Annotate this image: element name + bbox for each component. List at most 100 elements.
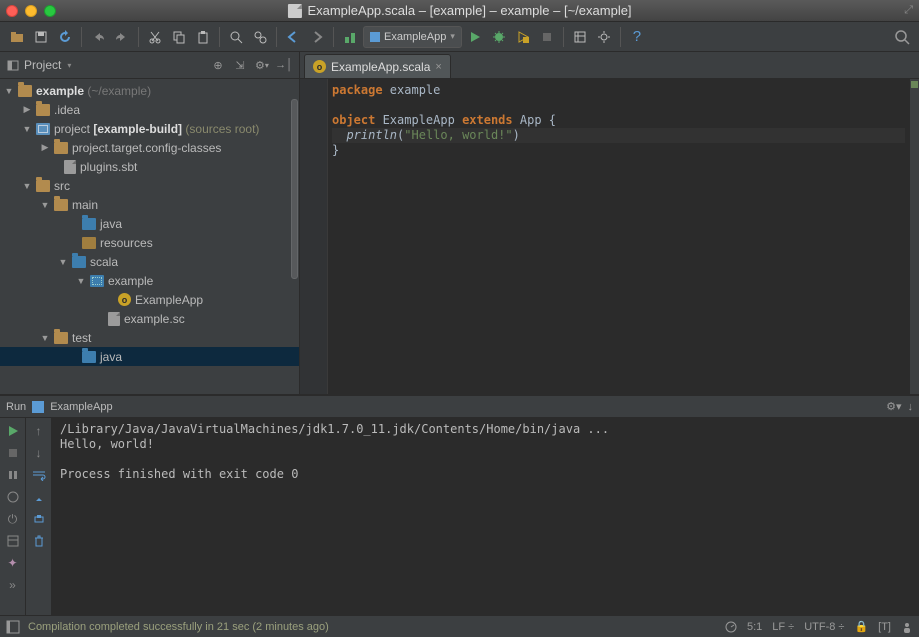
project-panel-header: Project ▾ ⊕ ⇲ ⚙▾ →│ <box>0 52 299 79</box>
tree-root-name[interactable]: example <box>36 84 84 98</box>
close-window-button[interactable] <box>6 5 18 17</box>
run-panel-label[interactable]: Run <box>6 401 26 413</box>
tree-item-project-role: (sources root) <box>185 122 259 136</box>
exit-button[interactable]: ⏻ <box>4 510 22 528</box>
status-progress-icon[interactable] <box>725 621 737 633</box>
run-button[interactable] <box>464 26 486 48</box>
zoom-window-button[interactable] <box>44 5 56 17</box>
run-config-icon <box>370 32 380 42</box>
search-everywhere-button[interactable] <box>891 26 913 48</box>
file-icon <box>64 160 76 174</box>
status-encoding[interactable]: UTF-8 ÷ <box>804 621 844 633</box>
collapse-all-icon[interactable]: ⇲ <box>231 56 249 74</box>
project-tree[interactable]: example (~/example) .idea project [examp… <box>0 79 299 394</box>
scroll-to-end-button[interactable] <box>30 488 48 506</box>
stop-process-button[interactable] <box>4 444 22 462</box>
tree-item-src[interactable]: src <box>54 179 70 193</box>
find-button[interactable] <box>225 26 247 48</box>
make-button[interactable] <box>339 26 361 48</box>
up-button[interactable]: ↑ <box>30 422 48 440</box>
window-titlebar: ExampleApp.scala – [example] – example –… <box>0 0 919 22</box>
run-panel-config[interactable]: ExampleApp <box>50 401 112 413</box>
run-settings-icon[interactable]: ⚙▾ <box>886 400 901 413</box>
dump-threads-button[interactable] <box>4 488 22 506</box>
lock-icon[interactable]: 🔒 <box>854 620 868 633</box>
object-icon: o <box>313 60 326 73</box>
window-traffic-lights <box>6 5 56 17</box>
tree-item-resources[interactable]: resources <box>100 236 153 250</box>
redo-button[interactable] <box>111 26 133 48</box>
folder-icon <box>36 104 50 116</box>
project-structure-button[interactable] <box>569 26 591 48</box>
settings-button[interactable] <box>593 26 615 48</box>
run-tool-window: Run ExampleApp ⚙▾ ↓ ⏻ ✦ » ↑ ↓ /Library/J… <box>0 395 919 615</box>
tree-root-hint: (~/example) <box>87 84 151 98</box>
tree-item-test-java[interactable]: java <box>100 350 122 364</box>
replace-button[interactable] <box>249 26 271 48</box>
rerun-button[interactable] <box>4 422 22 440</box>
editor-gutter[interactable] <box>300 79 328 394</box>
tree-item-scala[interactable]: scala <box>90 255 118 269</box>
tree-item-plugins[interactable]: plugins.sbt <box>80 160 137 174</box>
minimize-window-button[interactable] <box>25 5 37 17</box>
refresh-button[interactable] <box>54 26 76 48</box>
copy-button[interactable] <box>168 26 190 48</box>
scroll-from-source-icon[interactable]: ⊕ <box>209 56 227 74</box>
status-line-separator[interactable]: LF ÷ <box>772 621 794 633</box>
settings-gear-icon[interactable]: ⚙▾ <box>253 56 271 74</box>
tree-item-project[interactable]: project <box>54 122 90 136</box>
tree-item-idea[interactable]: .idea <box>54 103 80 117</box>
tree-item-java[interactable]: java <box>100 217 122 231</box>
code-editor[interactable]: package example object ExampleApp extend… <box>300 79 919 394</box>
run-pin-icon[interactable]: ↓ <box>908 401 914 413</box>
folder-icon <box>54 332 68 344</box>
status-hector-icon[interactable] <box>901 621 913 633</box>
status-tool-windows-icon[interactable] <box>6 620 20 634</box>
hide-panel-icon[interactable]: →│ <box>275 56 293 74</box>
undo-button[interactable] <box>87 26 109 48</box>
debug-button[interactable] <box>488 26 510 48</box>
tree-item-example-sc[interactable]: example.sc <box>124 312 185 326</box>
run-console-output[interactable]: /Library/Java/JavaVirtualMachines/jdk1.7… <box>52 418 919 615</box>
restore-layout-button[interactable]: ✦ <box>4 554 22 572</box>
editor-tab-label: ExampleApp.scala <box>331 60 430 74</box>
tree-item-example-pkg[interactable]: example <box>108 274 153 288</box>
tree-item-test[interactable]: test <box>72 331 91 345</box>
down-button[interactable]: ↓ <box>30 444 48 462</box>
forward-button[interactable] <box>306 26 328 48</box>
soft-wrap-button[interactable] <box>30 466 48 484</box>
window-title: ExampleApp.scala – [example] – example –… <box>307 3 631 18</box>
status-caret-position[interactable]: 5:1 <box>747 621 762 633</box>
project-view-icon <box>6 58 20 72</box>
paste-button[interactable] <box>192 26 214 48</box>
project-view-label[interactable]: Project <box>24 58 61 72</box>
editor-area: o ExampleApp.scala × package example obj… <box>300 52 919 394</box>
stop-button[interactable] <box>536 26 558 48</box>
open-button[interactable] <box>6 26 28 48</box>
editor-mark-strip[interactable] <box>909 79 919 394</box>
clear-all-button[interactable] <box>30 532 48 550</box>
inspection-ok-icon <box>911 81 918 88</box>
print-button[interactable] <box>30 510 48 528</box>
cut-button[interactable] <box>144 26 166 48</box>
tree-item-main[interactable]: main <box>72 198 98 212</box>
editor-tab[interactable]: o ExampleApp.scala × <box>304 54 451 78</box>
save-all-button[interactable] <box>30 26 52 48</box>
back-button[interactable] <box>282 26 304 48</box>
main-toolbar: ExampleApp ▾ ? <box>0 22 919 52</box>
pause-button[interactable] <box>4 466 22 484</box>
coverage-button[interactable] <box>512 26 534 48</box>
tree-scrollbar-thumb[interactable] <box>291 99 298 279</box>
run-action-column-left: ⏻ ✦ » <box>0 418 26 615</box>
close-tab-icon[interactable]: × <box>435 61 441 73</box>
tree-item-example-app[interactable]: ExampleApp <box>135 293 203 307</box>
chevron-down-icon[interactable]: ▾ <box>67 61 71 70</box>
more-button[interactable]: » <box>4 576 22 594</box>
help-button[interactable]: ? <box>626 26 648 48</box>
code-content[interactable]: package example object ExampleApp extend… <box>328 79 909 394</box>
run-config-selector[interactable]: ExampleApp ▾ <box>363 26 462 48</box>
status-insert-mode[interactable]: [T] <box>878 621 891 633</box>
layout-button[interactable] <box>4 532 22 550</box>
editor-tab-bar: o ExampleApp.scala × <box>300 52 919 79</box>
tree-item-target[interactable]: project.target.config-classes <box>72 141 221 155</box>
